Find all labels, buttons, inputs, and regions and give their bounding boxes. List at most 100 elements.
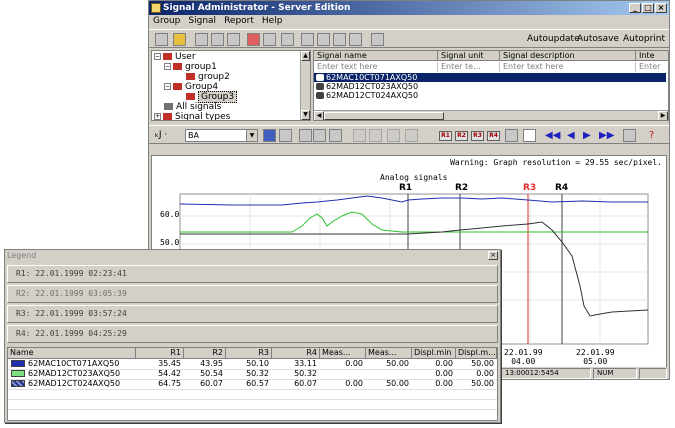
scroll-up-icon[interactable]: ▲: [301, 51, 310, 61]
expand-icon[interactable]: +: [154, 113, 161, 120]
help-icon[interactable]: [371, 33, 384, 46]
signal-row[interactable]: 62MAD12CT023AXQ50: [314, 82, 418, 91]
signal-icon: [316, 83, 324, 90]
autoupdate-button[interactable]: Autoupdate: [527, 34, 580, 44]
next-page-icon[interactable]: ▶: [583, 130, 591, 141]
delete-icon[interactable]: [247, 33, 260, 46]
folder-icon: [186, 73, 195, 80]
menu-signal[interactable]: Signal: [188, 15, 216, 28]
cell-r1: 64.75: [158, 379, 181, 388]
report-icon[interactable]: [349, 33, 362, 46]
page-icon[interactable]: [523, 129, 536, 142]
chart-icon[interactable]: [301, 33, 314, 46]
minimize-button[interactable]: _: [629, 3, 641, 13]
legend-close-icon[interactable]: ×: [488, 251, 498, 260]
list-icon[interactable]: [505, 129, 518, 142]
tree-scrollbar[interactable]: ▲ ▼: [300, 51, 310, 120]
col-signal-description[interactable]: Signal description: [500, 51, 636, 61]
copy-icon[interactable]: [211, 33, 224, 46]
cursor-r2-button[interactable]: R2: [455, 131, 468, 141]
import-icon[interactable]: [281, 33, 294, 46]
signal-icon: [316, 74, 324, 81]
new-icon[interactable]: [155, 33, 168, 46]
prev-page-icon[interactable]: ◀: [567, 130, 575, 141]
view-combo[interactable]: BA ▼: [185, 129, 258, 142]
table-view-icon[interactable]: [369, 129, 382, 142]
scroll-thumb[interactable]: [324, 112, 444, 120]
cursor-r4-button[interactable]: R4: [487, 131, 500, 141]
save-icon[interactable]: [263, 129, 276, 142]
cursor-row-r2: R2: 22.01.1999 03:05:39: [7, 285, 498, 303]
grid-hscrollbar[interactable]: ◀ ▶: [314, 110, 668, 120]
filter-signal-unit[interactable]: Enter te...: [438, 62, 500, 72]
series-swatch: [11, 360, 25, 367]
help-cursor-icon[interactable]: ?: [649, 130, 654, 141]
table-icon[interactable]: [317, 33, 330, 46]
maximize-button[interactable]: □: [642, 3, 654, 13]
last-page-icon[interactable]: ▶▶: [599, 130, 614, 141]
scroll-right-icon[interactable]: ▶: [658, 111, 668, 120]
menu-group[interactable]: Group: [153, 15, 180, 28]
scroll-down-icon[interactable]: ▼: [301, 110, 310, 120]
signal-row[interactable]: 62MAC10CT071AXQ50: [314, 73, 666, 82]
col-signal-unit[interactable]: Signal unit: [438, 51, 500, 61]
zoom-icon[interactable]: [313, 129, 326, 142]
menu-report[interactable]: Report: [224, 15, 254, 28]
cut-icon[interactable]: [195, 33, 208, 46]
copy-chart-icon[interactable]: [353, 129, 366, 142]
collapse-icon[interactable]: −: [164, 63, 171, 70]
filter-inte[interactable]: Enter: [636, 62, 668, 72]
tree-item-signal-types[interactable]: + Signal types: [154, 112, 230, 120]
menu-help[interactable]: Help: [262, 15, 283, 28]
col-name[interactable]: Name: [8, 348, 136, 359]
shift-icon[interactable]: [329, 129, 342, 142]
properties-icon[interactable]: [263, 33, 276, 46]
cell-displ-min: 0.00: [435, 379, 453, 388]
x-tick: 22.01.99 05.00: [576, 348, 615, 366]
col-r2[interactable]: R2: [184, 348, 226, 359]
col-meas-1[interactable]: Meas...: [320, 348, 366, 359]
dropdown-arrow-icon[interactable]: ▼: [246, 130, 257, 141]
axis-icon[interactable]: [299, 129, 312, 142]
marker-icon[interactable]: [405, 129, 418, 142]
cell-r3: 50.32: [246, 369, 269, 378]
autoprint-button[interactable]: Autoprint: [623, 34, 665, 44]
crosshair-icon[interactable]: [387, 129, 400, 142]
grid-icon[interactable]: [333, 33, 346, 46]
legend-window: Legend × R1: 22.01.1999 02:23:41 R2: 22.…: [4, 249, 501, 423]
print-icon[interactable]: [279, 129, 292, 142]
signal-row[interactable]: 62MAD12CT024AXQ50: [314, 91, 418, 100]
autosave-button[interactable]: Autosave: [577, 34, 619, 44]
col-r3[interactable]: R3: [226, 348, 272, 359]
export-icon[interactable]: [623, 129, 636, 142]
filter-signal-name[interactable]: Enter text here: [314, 62, 438, 72]
app-icon: [151, 3, 161, 13]
tree-item-group2[interactable]: group2: [186, 72, 230, 82]
cell-r3: 60.57: [246, 379, 269, 388]
collapse-icon[interactable]: −: [164, 83, 171, 90]
paste-icon[interactable]: [227, 33, 240, 46]
collapse-icon[interactable]: −: [154, 53, 161, 60]
col-r1[interactable]: R1: [136, 348, 184, 359]
legend-name-cell: 62MAD12CT024AXQ50: [8, 379, 136, 389]
col-displ-min[interactable]: Displ.min: [412, 348, 456, 359]
open-folder-icon[interactable]: [173, 33, 186, 46]
tree-item-group3[interactable]: Group3: [186, 91, 238, 103]
scroll-left-icon[interactable]: ◀: [314, 111, 324, 120]
tree-item-group1[interactable]: − group1: [164, 62, 217, 72]
cursor-r3-button[interactable]: R3: [471, 131, 484, 141]
col-inte[interactable]: Inte: [636, 51, 668, 61]
cursor-mode-icon[interactable]: ₖJ ·: [155, 130, 173, 141]
col-signal-name[interactable]: Signal name: [314, 51, 438, 61]
col-r4[interactable]: R4: [272, 348, 320, 359]
first-page-icon[interactable]: ◀◀: [545, 130, 560, 141]
tree-item-user[interactable]: − User: [154, 52, 196, 62]
legend-title: Legend: [5, 250, 500, 262]
close-button[interactable]: ×: [655, 3, 667, 13]
col-meas-2[interactable]: Meas...: [366, 348, 412, 359]
cursor-r1-button[interactable]: R1: [439, 131, 452, 141]
folder-icon: [163, 53, 172, 60]
filter-signal-description[interactable]: Enter text here: [500, 62, 636, 72]
tree-item-all-signals[interactable]: All signals: [164, 102, 221, 112]
col-displ-max[interactable]: Displ.m...: [456, 348, 497, 359]
